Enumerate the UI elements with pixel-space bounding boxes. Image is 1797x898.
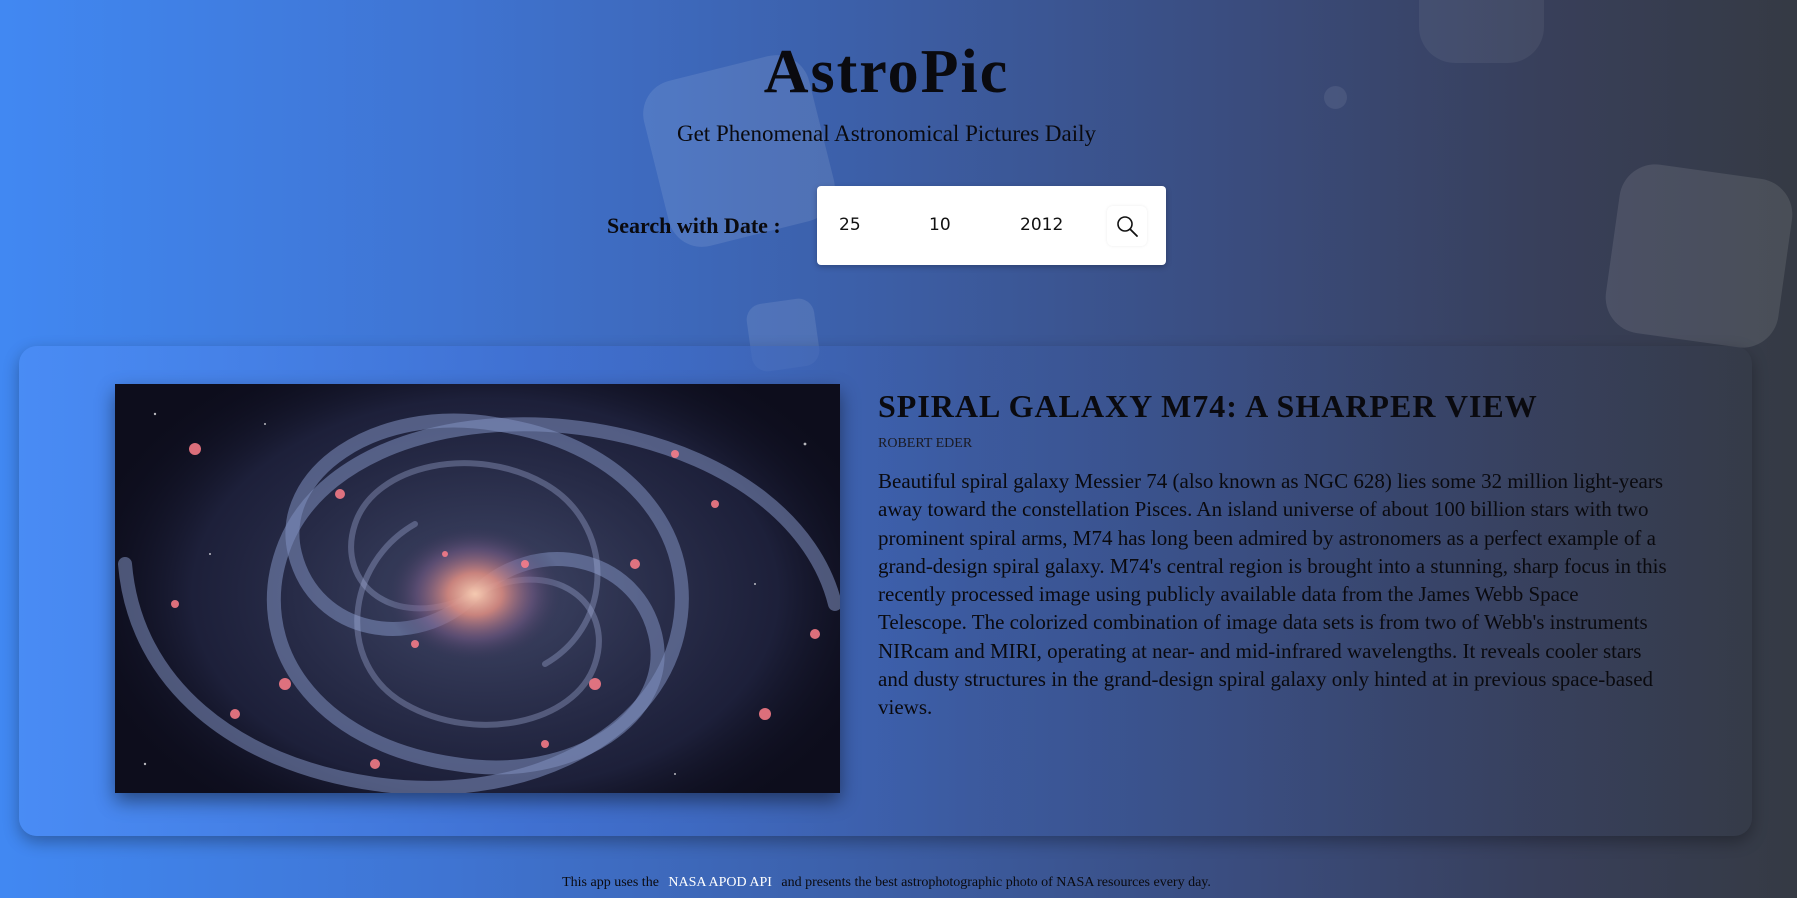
nasa-apod-api-link[interactable]: NASA APOD API bbox=[662, 875, 777, 890]
apod-author: ROBERT EDER bbox=[878, 436, 973, 451]
date-day-field[interactable]: 25 bbox=[839, 210, 861, 240]
date-picker[interactable]: 25 10 2012 bbox=[817, 186, 1166, 265]
search-label: Search with Date : bbox=[607, 213, 781, 238]
background-decoration bbox=[1601, 159, 1797, 353]
footer: This app uses the NASA APOD API and pres… bbox=[0, 874, 1773, 892]
app-title: AstroPic bbox=[763, 38, 1010, 106]
apod-title: SPIRAL GALAXY M74: A SHARPER VIEW bbox=[878, 388, 1538, 424]
app-subtitle: Get Phenomenal Astronomical Pictures Dai… bbox=[676, 121, 1097, 146]
apod-card: SPIRAL GALAXY M74: A SHARPER VIEW ROBERT… bbox=[19, 346, 1752, 836]
search-icon bbox=[1117, 216, 1138, 237]
footer-text-suffix: and presents the best astrophotographic … bbox=[781, 875, 1211, 890]
date-month-field[interactable]: 10 bbox=[929, 210, 951, 240]
search-button[interactable] bbox=[1107, 206, 1147, 246]
apod-explanation: Beautiful spiral galaxy Messier 74 (also… bbox=[878, 469, 1667, 720]
apod-image bbox=[115, 384, 840, 793]
date-year-field[interactable]: 2012 bbox=[1020, 210, 1063, 240]
apod-info: SPIRAL GALAXY M74: A SHARPER VIEW ROBERT… bbox=[878, 386, 1668, 722]
footer-text-prefix: This app uses the bbox=[562, 875, 659, 890]
